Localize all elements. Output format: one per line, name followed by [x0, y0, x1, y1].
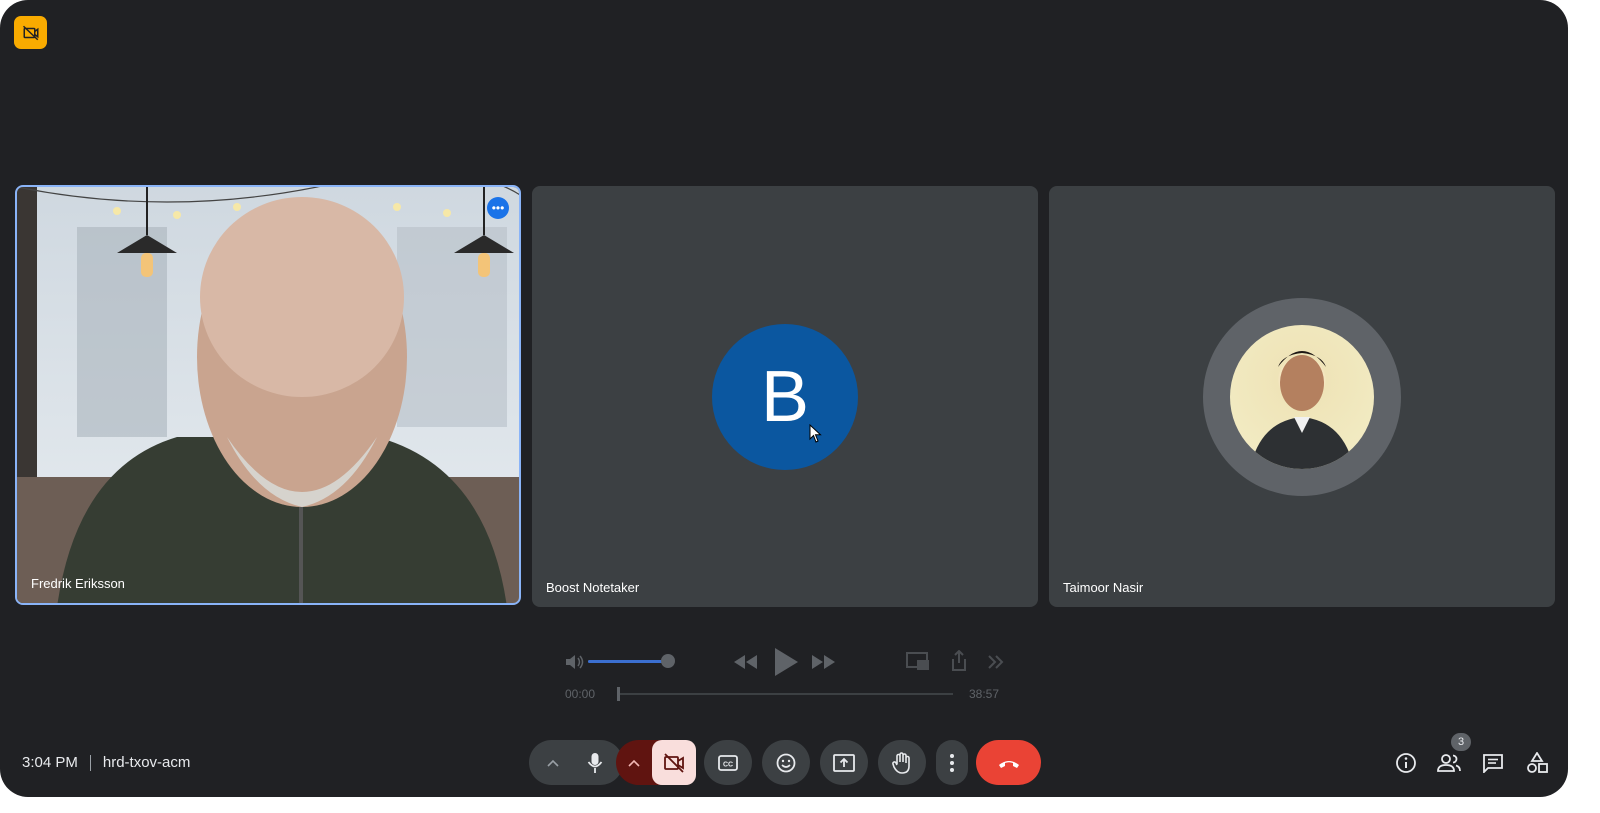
- duration: 38:57: [969, 687, 1000, 701]
- captions-button[interactable]: CC: [704, 740, 752, 785]
- volume-icon[interactable]: [565, 654, 585, 670]
- more-options-icon: •••: [491, 201, 505, 215]
- play-icon[interactable]: [773, 647, 799, 677]
- participant-name: Fredrik Eriksson: [31, 576, 125, 591]
- share-icon[interactable]: [950, 650, 968, 672]
- participant-count-badge: 3: [1451, 733, 1471, 751]
- camera-off-icon: [664, 752, 684, 773]
- meeting-details: 3:04 PM hrd-txov-acm: [22, 754, 190, 771]
- mic-control-group: [529, 740, 623, 785]
- emoji-icon: [776, 753, 796, 772]
- present-icon: [833, 753, 855, 772]
- more-options-menu-button[interactable]: [936, 740, 968, 785]
- more-options-button[interactable]: •••: [487, 197, 509, 219]
- people-icon: [1437, 754, 1461, 772]
- camera-control-group: [616, 740, 696, 785]
- skip-icon[interactable]: [987, 654, 1005, 670]
- more-vert-icon: [950, 753, 954, 772]
- captions-icon: CC: [718, 754, 738, 771]
- mic-button[interactable]: [572, 740, 618, 785]
- participant-video: [17, 187, 519, 603]
- people-button[interactable]: [1436, 750, 1462, 776]
- video-options-button[interactable]: [616, 759, 652, 767]
- info-icon: [1396, 753, 1416, 773]
- clock-time: 3:04 PM: [22, 754, 78, 771]
- volume-fill: [588, 660, 668, 663]
- current-time: 00:00: [565, 687, 596, 701]
- volume-knob[interactable]: [661, 654, 675, 668]
- avatar: [1230, 325, 1374, 469]
- fast-forward-icon[interactable]: [810, 654, 836, 670]
- divider: [89, 754, 91, 771]
- seek-knob[interactable]: [617, 687, 620, 701]
- participant-tile-taimoor[interactable]: Taimoor Nasir: [1049, 186, 1555, 607]
- activities-icon: [1527, 752, 1548, 773]
- leave-call-button[interactable]: [976, 740, 1041, 785]
- reactions-button[interactable]: [762, 740, 810, 785]
- present-button[interactable]: [820, 740, 868, 785]
- participant-name: Boost Notetaker: [546, 580, 640, 595]
- media-player: 00:00 38:57: [560, 640, 1010, 710]
- chat-icon: [1483, 754, 1503, 773]
- audio-options-button[interactable]: [534, 759, 572, 767]
- meeting-info-button[interactable]: [1393, 750, 1419, 776]
- chevron-up-icon: [547, 759, 559, 767]
- chat-button[interactable]: [1480, 750, 1506, 776]
- raise-hand-icon: [892, 751, 910, 774]
- recording-icon: [22, 25, 38, 40]
- svg-text:CC: CC: [723, 761, 733, 768]
- volume-slider[interactable]: [588, 654, 675, 668]
- mouse-cursor: [809, 424, 822, 443]
- rewind-icon[interactable]: [733, 654, 759, 670]
- raise-hand-button[interactable]: [878, 740, 926, 785]
- seek-bar[interactable]: [617, 693, 953, 695]
- avatar: B: [712, 324, 858, 470]
- recording-indicator[interactable]: [14, 16, 47, 49]
- chevron-up-icon: [628, 759, 640, 767]
- participant-tile-fredrik[interactable]: ••• Fredrik Eriksson: [15, 185, 521, 605]
- participant-tile-boost[interactable]: B Boost Notetaker: [532, 186, 1038, 607]
- participant-name: Taimoor Nasir: [1063, 580, 1144, 595]
- mic-icon: [587, 752, 603, 773]
- activities-button[interactable]: [1524, 750, 1550, 776]
- camera-button[interactable]: [652, 740, 696, 785]
- pip-icon[interactable]: [906, 652, 930, 672]
- end-call-icon: [998, 760, 1019, 768]
- meeting-code: hrd-txov-acm: [102, 754, 191, 771]
- meet-window: ••• Fredrik Eriksson B Boost Notetaker T…: [0, 0, 1568, 797]
